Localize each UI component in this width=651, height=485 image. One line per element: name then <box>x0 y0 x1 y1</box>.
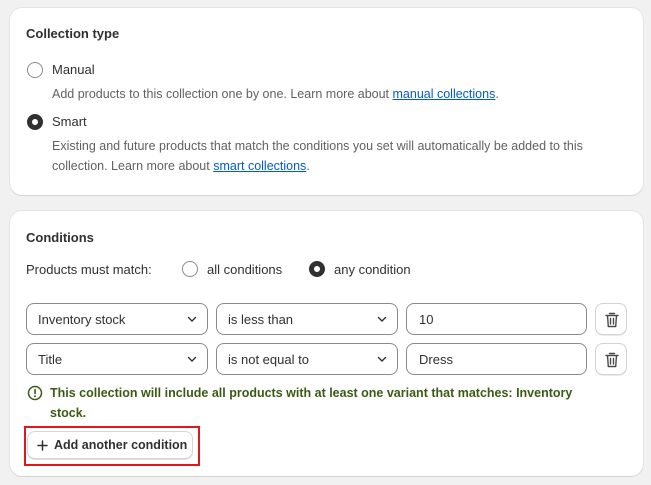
match-label: Products must match: <box>26 262 152 277</box>
condition-value-input[interactable]: 10 <box>406 303 587 335</box>
radio-all-conditions-label[interactable]: all conditions <box>207 262 282 277</box>
trash-icon <box>605 312 619 328</box>
delete-condition-button[interactable] <box>595 343 627 375</box>
condition-field-select[interactable]: Inventory stock <box>26 303 208 335</box>
collection-type-card: Collection type Manual Add products to t… <box>10 8 643 195</box>
radio-smart-label[interactable]: Smart <box>52 114 87 129</box>
radio-any-condition-label[interactable]: any condition <box>334 262 411 277</box>
radio-all-conditions[interactable] <box>182 261 198 277</box>
chevron-down-icon <box>187 356 197 362</box>
radio-smart[interactable] <box>27 114 43 130</box>
conditions-title: Conditions <box>26 230 94 245</box>
smart-collections-link[interactable]: smart collections <box>213 159 306 173</box>
conditions-notice: This collection will include all product… <box>50 386 573 420</box>
alert-circle-icon <box>27 385 43 401</box>
radio-manual[interactable] <box>27 62 43 78</box>
highlight-box <box>24 426 200 466</box>
condition-value-input[interactable]: Dress <box>406 343 587 375</box>
condition-field-select[interactable]: Title <box>26 343 208 375</box>
chevron-down-icon <box>187 316 197 322</box>
radio-any-condition[interactable] <box>309 261 325 277</box>
collection-type-title: Collection type <box>26 26 120 41</box>
chevron-down-icon <box>377 316 387 322</box>
smart-help-text: Existing and future products that match … <box>52 139 583 173</box>
trash-icon <box>605 352 619 368</box>
manual-help-text: Add products to this collection one by o… <box>52 87 499 101</box>
radio-manual-label[interactable]: Manual <box>52 62 95 77</box>
delete-condition-button[interactable] <box>595 303 627 335</box>
manual-collections-link[interactable]: manual collections <box>393 87 496 101</box>
condition-operator-select[interactable]: is less than <box>216 303 398 335</box>
chevron-down-icon <box>377 356 387 362</box>
condition-operator-select[interactable]: is not equal to <box>216 343 398 375</box>
